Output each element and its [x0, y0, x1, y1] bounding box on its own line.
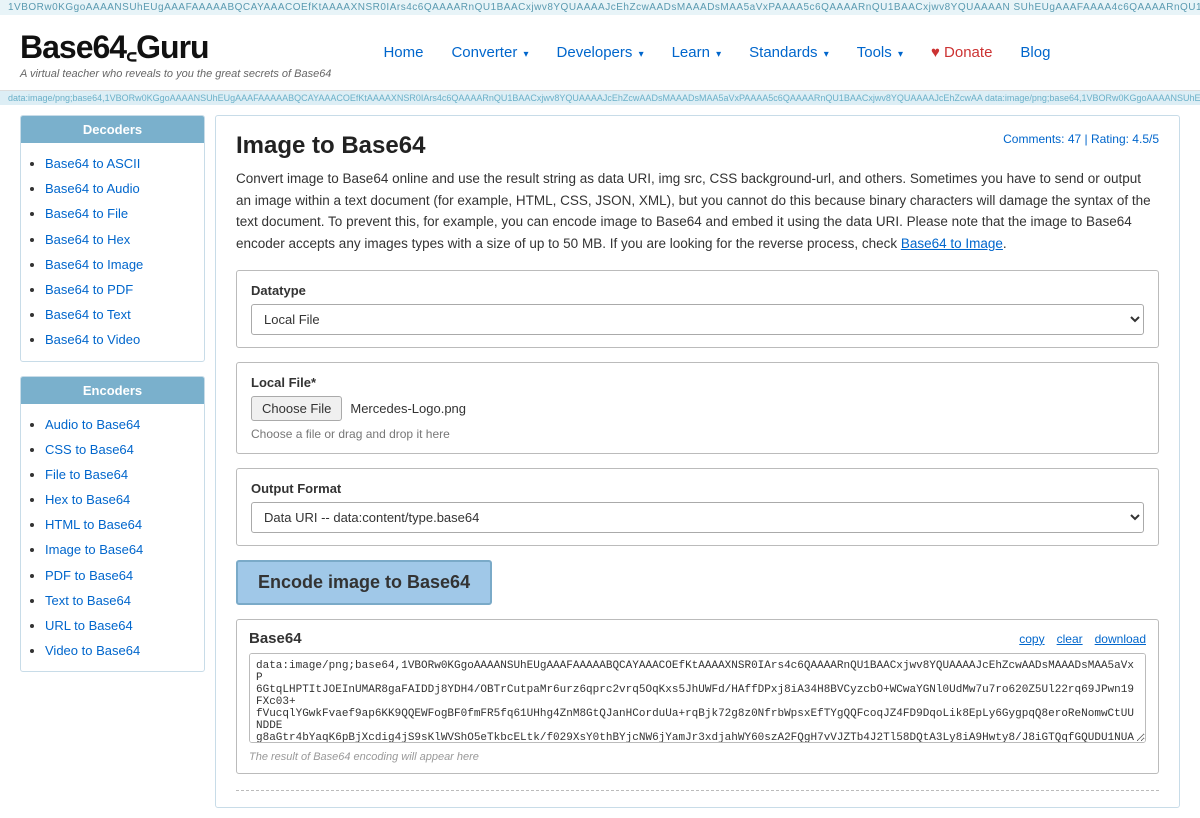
local-file-label: Local File*: [251, 375, 1144, 390]
datatype-section: Datatype Local File Remote URL Paste: [236, 270, 1159, 348]
decoder-video[interactable]: Base64 to Video: [45, 332, 140, 347]
list-item: Base64 to Image: [45, 252, 194, 277]
list-item: Base64 to Audio: [45, 176, 194, 201]
file-hint: Choose a file or drag and drop it here: [251, 427, 1144, 441]
encoder-text[interactable]: Text to Base64: [45, 593, 131, 608]
datatype-label: Datatype: [251, 283, 1144, 298]
list-item: Base64 to Hex: [45, 227, 194, 252]
decoder-hex[interactable]: Base64 to Hex: [45, 232, 130, 247]
decoders-list: Base64 to ASCII Base64 to Audio Base64 t…: [21, 143, 204, 361]
decoders-section: Decoders Base64 to ASCII Base64 to Audio…: [20, 115, 205, 362]
list-item: Base64 to File: [45, 201, 194, 226]
page-title: Image to Base64: [236, 132, 425, 160]
encoder-file[interactable]: File to Base64: [45, 467, 128, 482]
decoder-text[interactable]: Base64 to Text: [45, 307, 131, 322]
decoder-audio[interactable]: Base64 to Audio: [45, 181, 140, 196]
list-item: Base64 to ASCII: [45, 151, 194, 176]
download-action[interactable]: download: [1095, 632, 1146, 646]
file-name: Mercedes-Logo.png: [350, 401, 466, 416]
encoders-section: Encoders Audio to Base64 CSS to Base64 F…: [20, 376, 205, 673]
decoder-pdf[interactable]: Base64 to PDF: [45, 282, 133, 297]
nav-tools[interactable]: Tools ▾: [845, 38, 915, 67]
main-layout: Decoders Base64 to ASCII Base64 to Audio…: [10, 105, 1190, 818]
site-header: Base64꜀Guru A virtual teacher who reveal…: [0, 15, 1200, 91]
decoder-image[interactable]: Base64 to Image: [45, 257, 143, 272]
nav-blog[interactable]: Blog: [1008, 38, 1062, 67]
encoder-image[interactable]: Image to Base64: [45, 542, 143, 557]
encoder-css[interactable]: CSS to Base64: [45, 442, 134, 457]
output-section: Base64 copy clear download data:image/pn…: [236, 619, 1159, 774]
list-item: File to Base64: [45, 462, 194, 487]
nav-standards[interactable]: Standards ▾: [737, 38, 841, 67]
list-item: Image to Base64: [45, 537, 194, 562]
decoders-title: Decoders: [21, 116, 204, 143]
encoder-hex[interactable]: Hex to Base64: [45, 492, 130, 507]
list-item: Text to Base64: [45, 588, 194, 613]
site-logo: Base64꜀Guru A virtual teacher who reveal…: [20, 25, 331, 80]
encoder-url[interactable]: URL to Base64: [45, 618, 133, 633]
encoder-html[interactable]: HTML to Base64: [45, 517, 142, 532]
output-title: Base64: [249, 630, 302, 647]
nav-donate[interactable]: ♥ Donate: [919, 38, 1004, 67]
main-nav: Home Converter ▾ Developers ▾ Learn ▾ St…: [371, 38, 1180, 67]
description-text: Convert image to Base64 online and use t…: [236, 168, 1159, 254]
output-textarea[interactable]: data:image/png;base64,1VBORw0KGgoAAAANSU…: [249, 653, 1146, 743]
list-item: Base64 to PDF: [45, 277, 194, 302]
encoders-list: Audio to Base64 CSS to Base64 File to Ba…: [21, 404, 204, 672]
list-item: URL to Base64: [45, 613, 194, 638]
encode-button[interactable]: Encode image to Base64: [236, 560, 492, 605]
list-item: HTML to Base64: [45, 512, 194, 537]
file-input-row: Choose File Mercedes-Logo.png: [251, 396, 1144, 421]
datatype-select[interactable]: Local File Remote URL Paste: [251, 304, 1144, 335]
second-banner: data:image/png;base64,1VBORw0KGgoAAAANSU…: [0, 91, 1200, 105]
clear-action[interactable]: clear: [1057, 632, 1083, 646]
base64-to-image-link[interactable]: Base64 to Image: [901, 236, 1003, 251]
top-banner: 1VBORw0KGgoAAAANSUhEUgAAAFAAAAABQCAYAAAC…: [0, 0, 1200, 15]
list-item: Base64 to Video: [45, 327, 194, 352]
choose-file-button[interactable]: Choose File: [251, 396, 342, 421]
logo-title: Base64꜀Guru: [20, 25, 331, 68]
content-header-row: Image to Base64 Comments: 47 | Rating: 4…: [236, 132, 1159, 160]
sidebar: Decoders Base64 to ASCII Base64 to Audio…: [20, 115, 205, 808]
output-header: Base64 copy clear download: [249, 630, 1146, 647]
nav-learn[interactable]: Learn ▾: [660, 38, 734, 67]
rating-comments: Comments: 47 | Rating: 4.5/5: [1003, 132, 1159, 146]
logo-tagline: A virtual teacher who reveals to you the…: [20, 68, 331, 80]
list-item: Base64 to Text: [45, 302, 194, 327]
output-format-section: Output Format Data URI -- data:content/t…: [236, 468, 1159, 546]
output-actions: copy clear download: [1019, 632, 1146, 646]
copy-action[interactable]: copy: [1019, 632, 1044, 646]
decoder-ascii[interactable]: Base64 to ASCII: [45, 156, 140, 171]
decoder-file[interactable]: Base64 to File: [45, 206, 128, 221]
encoder-video[interactable]: Video to Base64: [45, 643, 140, 658]
list-item: Video to Base64: [45, 638, 194, 663]
nav-developers[interactable]: Developers ▾: [545, 38, 656, 67]
output-format-label: Output Format: [251, 481, 1144, 496]
output-format-select[interactable]: Data URI -- data:content/type.base64 Pla…: [251, 502, 1144, 533]
list-item: PDF to Base64: [45, 563, 194, 588]
content-area: Image to Base64 Comments: 47 | Rating: 4…: [215, 115, 1180, 808]
encoders-title: Encoders: [21, 377, 204, 404]
nav-converter[interactable]: Converter ▾: [439, 38, 540, 67]
local-file-section: Local File* Choose File Mercedes-Logo.pn…: [236, 362, 1159, 454]
list-item: Audio to Base64: [45, 412, 194, 437]
output-hint: The result of Base64 encoding will appea…: [249, 751, 1146, 763]
list-item: Hex to Base64: [45, 487, 194, 512]
nav-home[interactable]: Home: [371, 38, 435, 67]
encoder-audio[interactable]: Audio to Base64: [45, 417, 140, 432]
bottom-divider: [236, 790, 1159, 791]
list-item: CSS to Base64: [45, 437, 194, 462]
encoder-pdf[interactable]: PDF to Base64: [45, 568, 133, 583]
